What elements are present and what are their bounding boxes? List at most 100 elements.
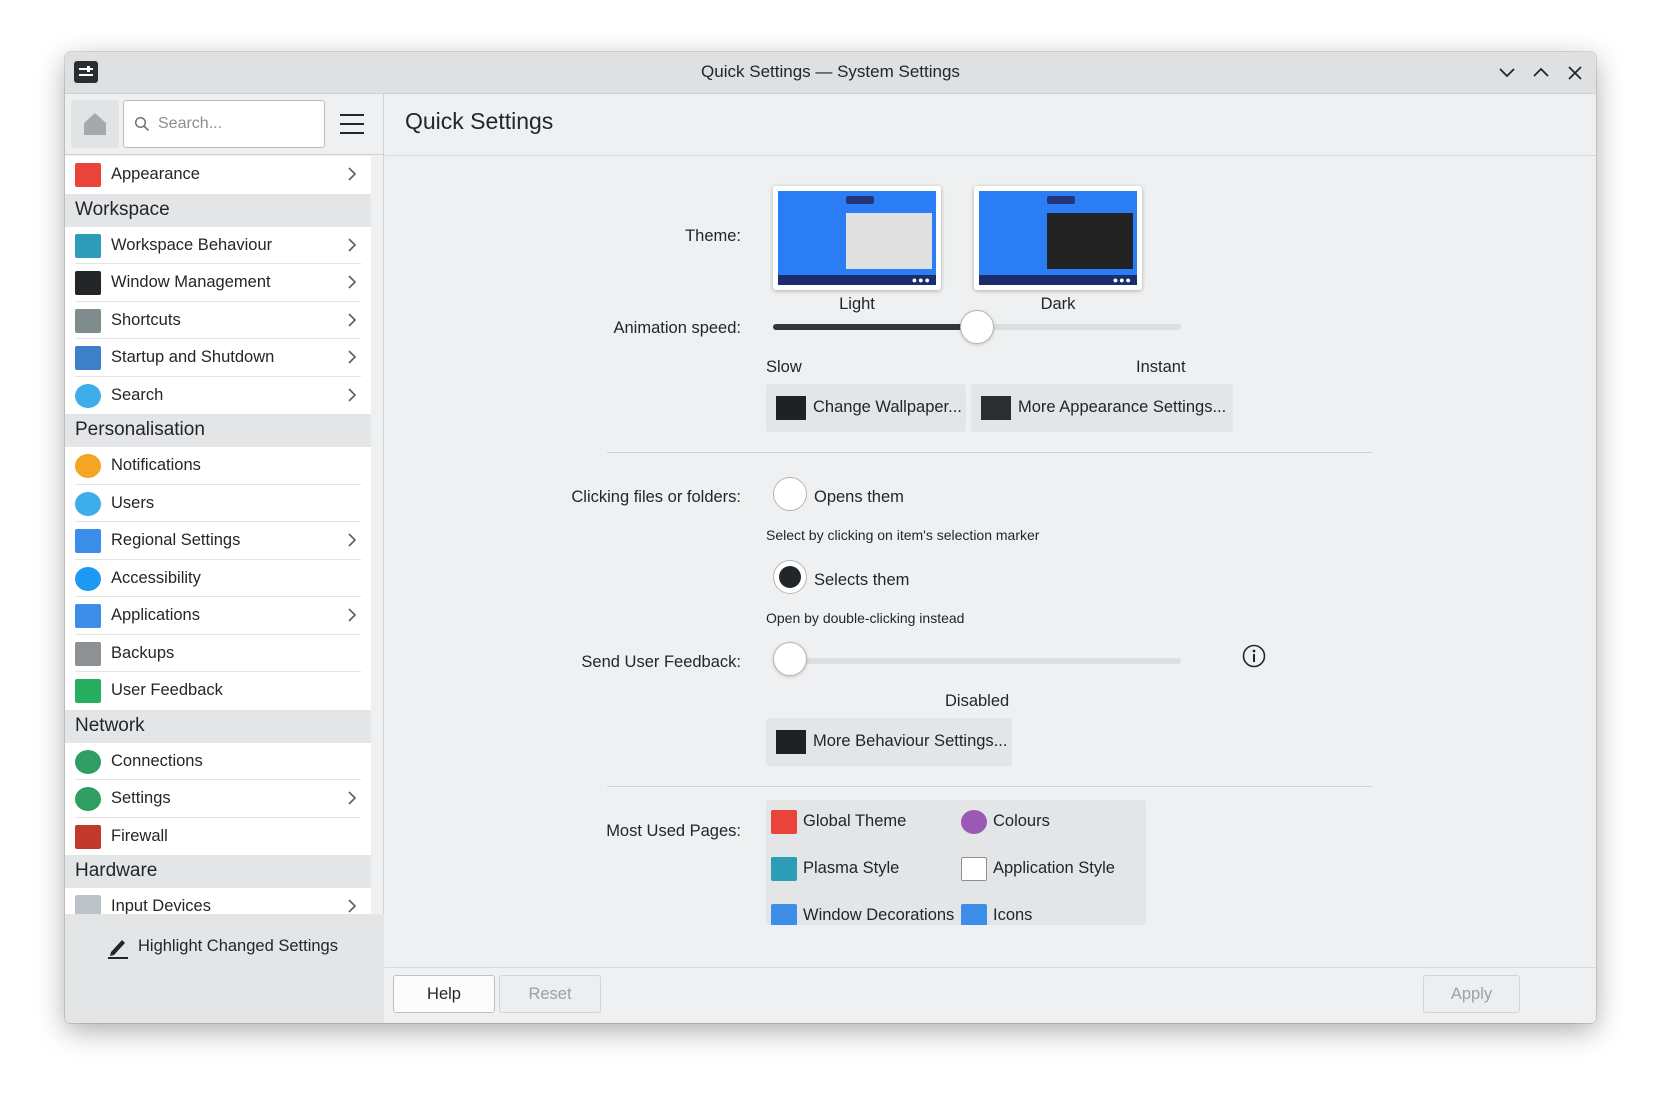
appearance-icon bbox=[75, 163, 101, 187]
sidebar: Search... Appearance Workspace Workspace B… bbox=[65, 94, 384, 1023]
sidebar-item-backups[interactable]: Backups bbox=[65, 634, 371, 672]
sidebar-item-applications[interactable]: Applications bbox=[65, 597, 371, 635]
chevron-right-icon bbox=[345, 237, 359, 258]
sidebar-item-appearance[interactable]: Appearance bbox=[65, 156, 371, 194]
sidebar-item-connections[interactable]: Connections bbox=[65, 742, 371, 780]
feedback-slider-handle[interactable] bbox=[773, 642, 807, 676]
preview-dots: ●●● bbox=[1112, 275, 1132, 285]
chevron-right-icon bbox=[345, 312, 359, 333]
help-button[interactable]: Help bbox=[393, 975, 495, 1013]
chevron-right-icon bbox=[345, 349, 359, 370]
sidebar-item-user-feedback[interactable]: User Feedback bbox=[65, 672, 371, 710]
divider bbox=[607, 452, 1372, 453]
hamburger-menu-button[interactable] bbox=[327, 100, 377, 148]
category-label: Network bbox=[75, 714, 145, 736]
theme-option-dark[interactable]: ●●● bbox=[974, 186, 1142, 290]
preview-clock bbox=[1047, 196, 1075, 204]
chevron-right-icon bbox=[345, 532, 359, 553]
close-button[interactable] bbox=[1560, 58, 1590, 88]
feedback-slider-track bbox=[773, 658, 1181, 664]
system-settings-window: Quick Settings — System Settings Search.… bbox=[65, 52, 1596, 1023]
sidebar-item-users[interactable]: Users bbox=[65, 484, 371, 522]
bell-icon bbox=[75, 454, 101, 478]
sidebar-item-settings[interactable]: Settings bbox=[65, 780, 371, 818]
chevron-down-icon bbox=[1499, 68, 1515, 78]
sidebar-item-firewall[interactable]: Firewall bbox=[65, 817, 371, 855]
sidebar-item-window-management[interactable]: Window Management bbox=[65, 264, 371, 302]
accessibility-icon bbox=[75, 566, 101, 591]
category-label: Personalisation bbox=[75, 419, 205, 440]
globe-icon bbox=[75, 749, 101, 774]
chevron-right-icon bbox=[345, 274, 359, 295]
animation-slider-fill bbox=[773, 324, 977, 330]
appearance-settings-icon bbox=[981, 396, 1011, 420]
behaviour-settings-icon bbox=[776, 730, 806, 754]
sidebar-item-label: User Feedback bbox=[111, 681, 223, 699]
sidebar-item-accessibility[interactable]: Accessibility bbox=[65, 559, 371, 597]
info-icon[interactable] bbox=[1241, 643, 1267, 674]
search-placeholder: Search... bbox=[158, 115, 223, 132]
preview-window bbox=[1047, 213, 1133, 269]
sidebar-item-label: Search bbox=[111, 385, 164, 404]
search-icon bbox=[75, 383, 101, 408]
chevron-right-icon bbox=[345, 387, 359, 408]
chevron-up-icon bbox=[1533, 67, 1549, 77]
sidebar-item-search[interactable]: Search bbox=[65, 376, 371, 414]
sidebar-category: Personalisation bbox=[65, 414, 371, 447]
sidebar-item-label: Regional Settings bbox=[111, 531, 241, 549]
animation-slider-handle[interactable] bbox=[960, 310, 994, 344]
sidebar-item-startup-and-shutdown[interactable]: Startup and Shutdown bbox=[65, 339, 371, 377]
sidebar-category: Workspace bbox=[65, 193, 371, 227]
sidebar-item-regional-settings[interactable]: Regional Settings bbox=[65, 522, 371, 560]
icons-icon bbox=[961, 904, 987, 925]
theme-label: Theme: bbox=[685, 227, 741, 245]
theme-option-light[interactable]: ●●● bbox=[773, 186, 941, 290]
home-button[interactable] bbox=[71, 100, 119, 148]
wallpaper-icon bbox=[776, 396, 806, 420]
page-title: Quick Settings bbox=[405, 108, 554, 134]
close-icon bbox=[1568, 66, 1582, 80]
most-used-label: Most Used Pages: bbox=[606, 822, 741, 840]
search-input[interactable]: Search... bbox=[123, 100, 325, 148]
category-label: Hardware bbox=[75, 860, 158, 881]
reset-button[interactable]: Reset bbox=[499, 975, 601, 1013]
colours-icon bbox=[961, 810, 987, 834]
opens-them-radio[interactable] bbox=[773, 477, 807, 511]
selects-them-radio[interactable] bbox=[773, 560, 807, 594]
theme-preview: ●●● bbox=[979, 191, 1137, 285]
sidebar-item-notifications[interactable]: Notifications bbox=[65, 447, 371, 485]
sidebar-item-label: Appearance bbox=[111, 165, 200, 183]
highlight-changed-settings-button[interactable]: Highlight Changed Settings bbox=[65, 914, 384, 1023]
most-used-label: Colours bbox=[993, 812, 1050, 830]
sidebar-item-label: Window Management bbox=[111, 273, 271, 291]
sidebar-item-shortcuts[interactable]: Shortcuts bbox=[65, 301, 371, 339]
opens-them-label[interactable]: Opens them bbox=[814, 488, 904, 507]
workspace-behaviour-icon bbox=[75, 233, 101, 258]
more-behaviour-settings-button[interactable]: More Behaviour Settings... bbox=[766, 718, 1012, 766]
sidebar-category: Network bbox=[65, 709, 371, 743]
selects-them-label[interactable]: Selects them bbox=[814, 571, 909, 590]
global-theme-icon bbox=[771, 810, 797, 834]
more-appearance-settings-button[interactable]: More Appearance Settings... bbox=[971, 384, 1233, 432]
sidebar-category: Hardware bbox=[65, 855, 371, 888]
title-bar: Quick Settings — System Settings bbox=[65, 52, 1596, 94]
maximize-button[interactable] bbox=[1526, 58, 1556, 88]
firewall-icon bbox=[75, 824, 101, 849]
sidebar-item-workspace-behaviour[interactable]: Workspace Behaviour bbox=[65, 226, 371, 264]
home-icon bbox=[84, 113, 106, 135]
apply-button[interactable]: Apply bbox=[1423, 975, 1520, 1013]
animation-speed-label: Animation speed: bbox=[613, 319, 742, 337]
change-wallpaper-button[interactable]: Change Wallpaper... bbox=[766, 384, 966, 432]
minimize-button[interactable] bbox=[1492, 58, 1522, 88]
most-used-label: Application Style bbox=[993, 859, 1115, 877]
sidebar-list: Appearance Workspace Workspace Behaviour Wi… bbox=[65, 156, 371, 963]
startup-icon bbox=[75, 346, 101, 370]
plasma-style-icon bbox=[771, 857, 797, 881]
theme-name: Dark bbox=[1040, 295, 1076, 313]
chevron-right-icon bbox=[345, 790, 359, 811]
highlight-label: Highlight Changed Settings bbox=[138, 937, 338, 955]
backups-icon bbox=[75, 641, 101, 666]
preview-clock bbox=[846, 196, 874, 204]
feedback-value-label: Disabled bbox=[945, 692, 1010, 710]
sidebar-item-label: Workspace Behaviour bbox=[111, 235, 273, 254]
